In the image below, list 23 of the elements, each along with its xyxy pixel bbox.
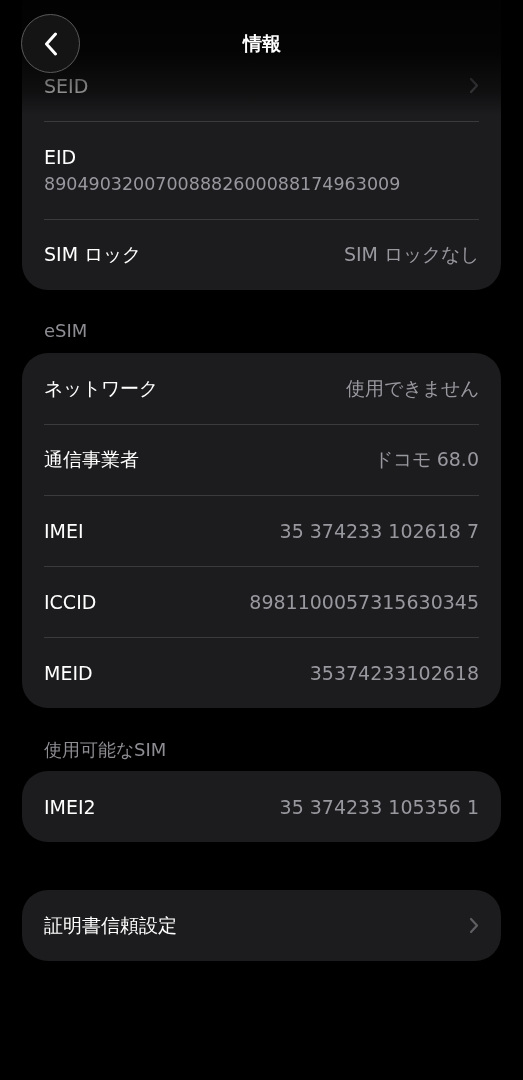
row-value: 使用できません [346, 375, 479, 401]
row-value: 35374233102618 [309, 661, 479, 684]
section-header: eSIM [44, 320, 88, 341]
row-label: IMEI [44, 519, 84, 542]
page-title: 情報 [242, 31, 281, 56]
row-label: ICCID [44, 590, 97, 613]
row-value: SIM ロックなし [343, 241, 479, 267]
settings-row[interactable]: 証明書信頼設定 [22, 890, 501, 961]
row-value: ドコモ 68.0 [373, 446, 479, 472]
chevron-icon [469, 77, 479, 94]
row-label: SIM ロック [44, 241, 142, 267]
back-icon [43, 31, 58, 56]
row-label: MEID [44, 661, 93, 684]
row-label: 通信事業者 [44, 446, 139, 472]
row-value: 35 374233 102618 7 [279, 519, 479, 542]
row-value: 89049032007008882600088174963009 [44, 174, 401, 194]
row-label: EID [44, 146, 77, 168]
row-value: 35 374233 105356 1 [279, 795, 479, 818]
row-label: IMEI2 [44, 795, 96, 818]
row-label: ネットワーク [44, 375, 158, 401]
row-value: 8981100057315630345 [249, 590, 479, 613]
section-header: 使用可能なSIM [44, 739, 167, 760]
chevron-icon [469, 917, 479, 934]
